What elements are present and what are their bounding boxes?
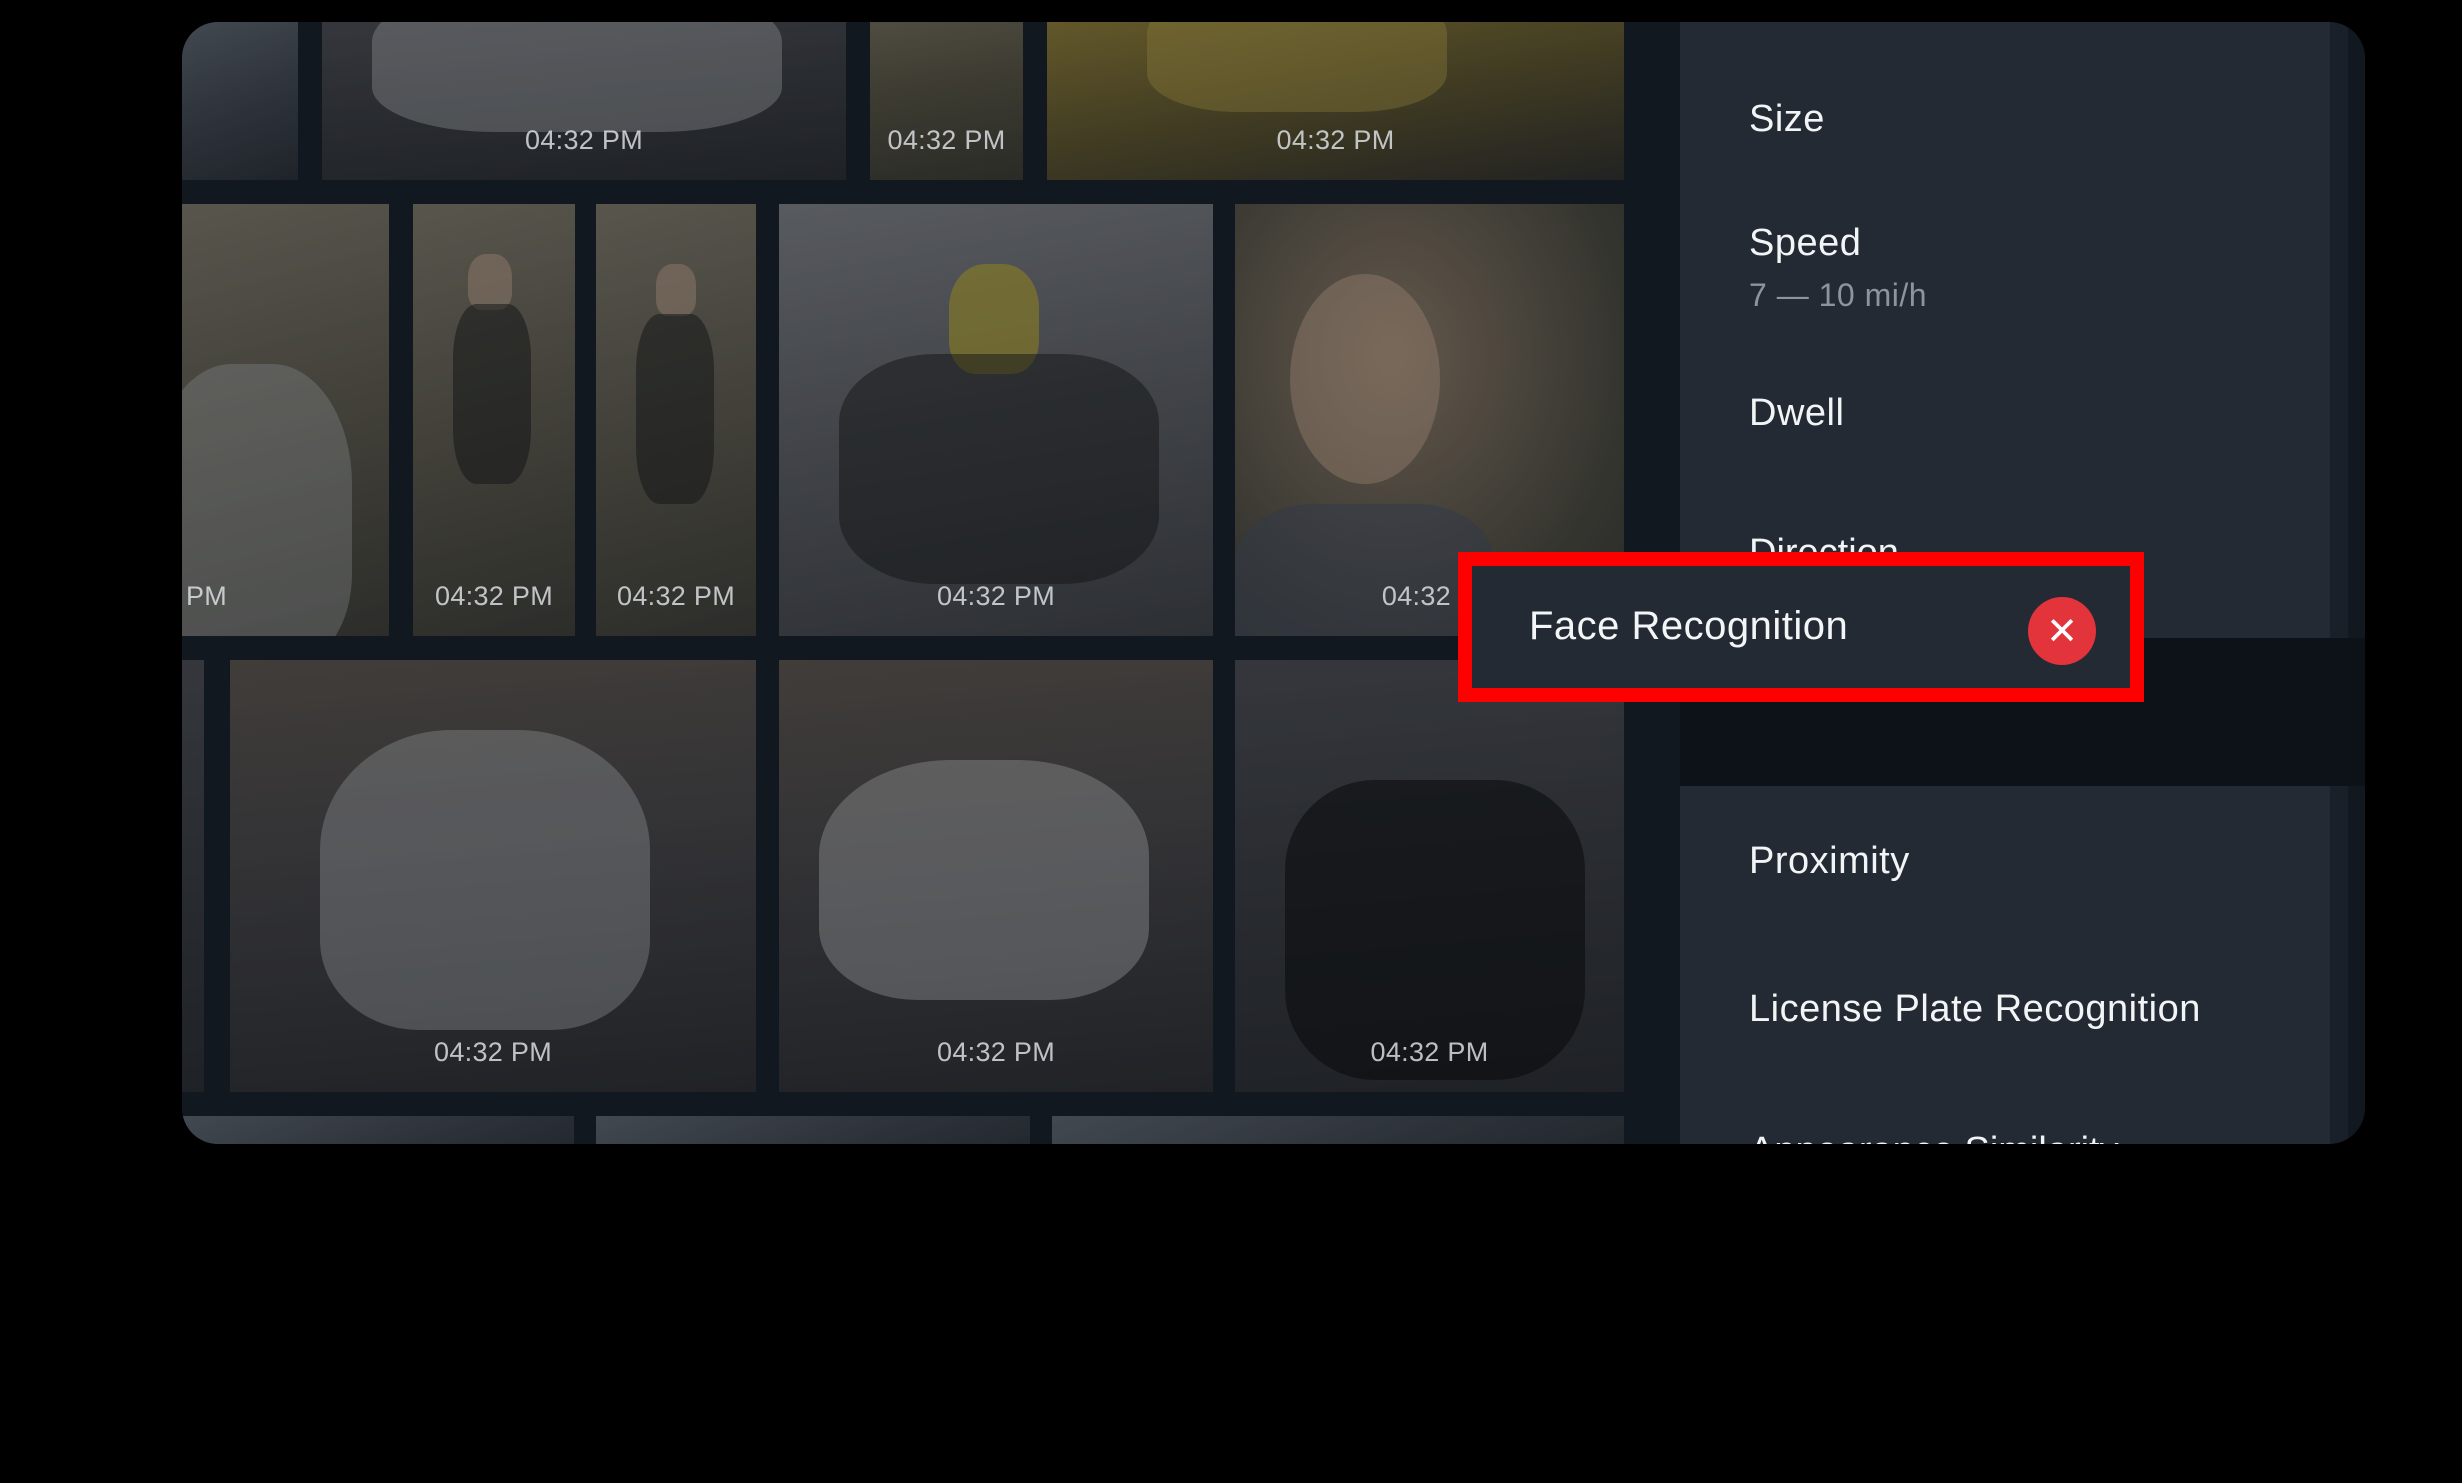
result-thumbnail[interactable]: 04:32 PM: [230, 660, 756, 1092]
result-thumbnail[interactable]: 04:32 PM: [413, 204, 575, 636]
timestamp-label: 04:32 PM: [1276, 125, 1395, 155]
filter-speed[interactable]: Speed: [1749, 222, 1861, 265]
result-thumbnail[interactable]: 04:32 PM: [779, 204, 1213, 636]
filter-dwell[interactable]: Dwell: [1749, 392, 1844, 435]
filter-panel-scrollbar[interactable]: [2330, 22, 2348, 1144]
filter-proximity[interactable]: Proximity: [1749, 840, 1910, 883]
results-grid: 04:32 PM 04:32 PM 04:32 PM PM 04:32 PM 0…: [182, 22, 1624, 1144]
filter-appearance-label: Appearance Similarity: [1749, 1130, 2119, 1144]
result-thumbnail[interactable]: 04:32 PM: [1235, 660, 1624, 1092]
thumbnail-dim: [182, 1116, 574, 1144]
result-thumbnail[interactable]: PM: [182, 204, 389, 636]
result-thumbnail[interactable]: [182, 22, 298, 180]
timestamp-label: 04:32 PM: [1370, 1037, 1489, 1067]
filter-appearance-similarity[interactable]: Appearance Similarity: [1749, 1130, 2119, 1144]
result-thumbnail[interactable]: [182, 660, 204, 1092]
thumbnail-dim: [1052, 1116, 1624, 1144]
thumbnail-dim: [182, 204, 389, 636]
thumbnail-dim: [779, 660, 1213, 1092]
thumbnail-dim: [1047, 22, 1624, 180]
thumbnail-dim: [182, 660, 204, 1092]
highlight-box: [1458, 552, 2144, 702]
result-thumbnail[interactable]: 04:32 PM: [1047, 22, 1624, 180]
thumbnail-dim: [413, 204, 575, 636]
thumbnail-dim: [870, 22, 1023, 180]
filter-license-plate[interactable]: License Plate Recognition: [1749, 988, 2201, 1031]
result-thumbnail[interactable]: [596, 1116, 1030, 1144]
timestamp-label: 04:32 PM: [887, 125, 1006, 155]
result-thumbnail[interactable]: 04:32 PM: [596, 204, 756, 636]
thumbnail-dim: [596, 204, 756, 636]
timestamp-label: 04:32 PM: [434, 1037, 552, 1067]
thumbnail-dim: [596, 1116, 1030, 1144]
result-thumbnail[interactable]: 04:32 PM: [322, 22, 846, 180]
thumbnail-dim: [230, 660, 756, 1092]
filter-speed-range: 7 — 10 mi/h: [1749, 277, 1928, 313]
filter-size[interactable]: Size: [1749, 98, 1825, 141]
thumbnail-dim: [182, 22, 298, 180]
timestamp-label: 04:32 PM: [435, 581, 553, 611]
result-thumbnail[interactable]: [182, 1116, 574, 1144]
timestamp-label: 04:32 PM: [937, 581, 1055, 611]
thumbnail-dim: [1235, 660, 1624, 1092]
timestamp-label: 04:32 PM: [937, 1037, 1055, 1067]
timestamp-label: PM: [186, 581, 228, 611]
timestamp-label: 04:32 PM: [617, 581, 735, 611]
result-thumbnail[interactable]: [1052, 1116, 1624, 1144]
result-thumbnail[interactable]: 04:32 PM: [870, 22, 1023, 180]
result-thumbnail[interactable]: 04:32 PM: [779, 660, 1213, 1092]
timestamp-label: 04:32 PM: [525, 125, 643, 155]
thumbnail-dim: [779, 204, 1213, 636]
thumbnail-dim: [322, 22, 846, 180]
